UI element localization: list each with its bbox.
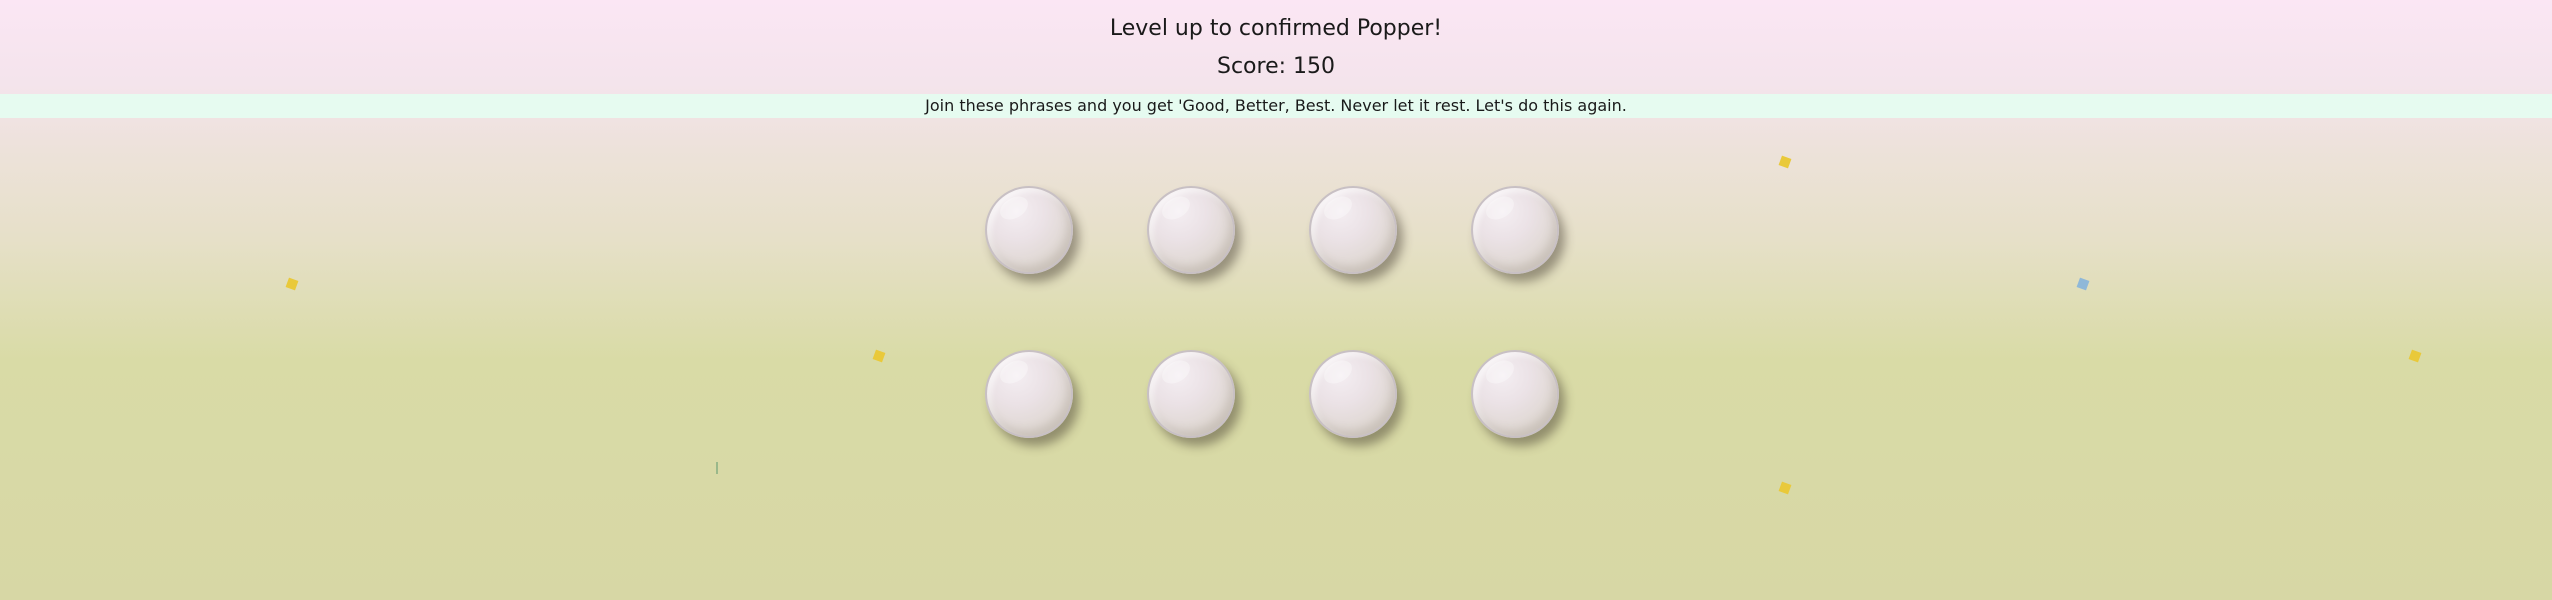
bubble[interactable] xyxy=(1471,186,1559,274)
bubble[interactable] xyxy=(1147,350,1235,438)
bubble-board xyxy=(985,186,1567,442)
bubble[interactable] xyxy=(1309,350,1397,438)
confetti-piece xyxy=(1778,481,1792,495)
confetti-piece xyxy=(872,349,886,363)
confetti-piece xyxy=(2408,349,2422,363)
bubble[interactable] xyxy=(985,186,1073,274)
level-title: Level up to confirmed Popper! xyxy=(1109,16,1443,41)
game-header: Level up to confirmed Popper! Score: 150 xyxy=(0,0,2552,94)
confetti-piece xyxy=(1778,155,1792,169)
confetti-piece xyxy=(716,462,718,474)
confetti-piece xyxy=(285,277,299,291)
bubble[interactable] xyxy=(1471,350,1559,438)
bubble[interactable] xyxy=(1147,186,1235,274)
bubble[interactable] xyxy=(1309,186,1397,274)
confetti-piece xyxy=(2076,277,2090,291)
bubble[interactable] xyxy=(985,350,1073,438)
phrase-banner: Join these phrases and you get 'Good, Be… xyxy=(0,94,2552,118)
score-display: Score: 150 xyxy=(1216,54,1335,79)
